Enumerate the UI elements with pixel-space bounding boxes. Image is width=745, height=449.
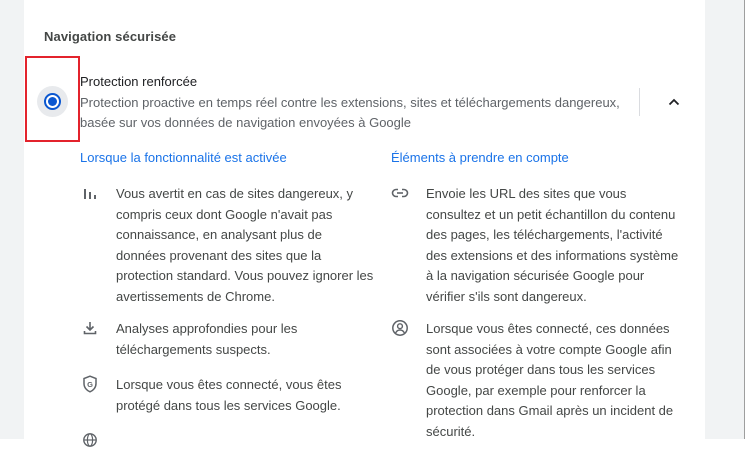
globe-icon — [81, 431, 99, 449]
svg-text:G: G — [87, 380, 93, 389]
page-gutter-right — [705, 0, 744, 439]
right-item-text: Envoie les URL des sites que vous consul… — [426, 186, 679, 304]
bar-chart-icon — [81, 184, 99, 202]
chevron-up-icon — [668, 93, 680, 111]
section-title: Navigation sécurisée — [44, 29, 177, 44]
right-column-heading: Éléments à prendre en compte — [391, 150, 569, 165]
link-icon — [391, 184, 409, 202]
collapse-button[interactable] — [661, 89, 687, 115]
option-description: Protection proactive en temps réel contr… — [80, 95, 620, 130]
left-column-heading: Lorsque la fonctionnalité est activée — [80, 150, 287, 165]
divider — [639, 88, 640, 116]
page-gutter-left — [0, 0, 24, 439]
account-circle-icon — [391, 319, 409, 337]
option-title: Protection renforcée — [80, 74, 198, 89]
radio-selected-dot — [48, 97, 57, 106]
left-item-text: Vous avertit en cas de sites dangereux, … — [116, 186, 374, 304]
download-icon — [81, 319, 99, 337]
google-shield-icon: G — [81, 375, 99, 393]
right-item-text: Lorsque vous êtes connecté, ces données … — [426, 321, 674, 439]
left-item-text: Analyses approfondies pour les télécharg… — [116, 321, 298, 357]
left-item-text: Lorsque vous êtes connecté, vous êtes pr… — [116, 377, 342, 413]
